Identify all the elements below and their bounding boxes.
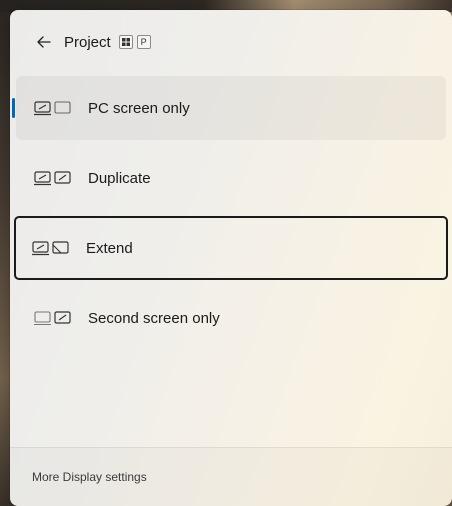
p-key-badge: P (136, 35, 151, 49)
option-label: Duplicate (88, 169, 151, 187)
back-button[interactable] (22, 24, 66, 60)
second-screen-only-icon (34, 308, 78, 328)
option-duplicate[interactable]: Duplicate (16, 146, 446, 210)
option-label: Second screen only (88, 309, 220, 327)
pc-screen-only-icon (34, 98, 78, 118)
duplicate-icon (34, 168, 78, 188)
option-extend[interactable]: Extend (14, 216, 448, 280)
more-display-settings-link[interactable]: More Display settings (32, 470, 147, 484)
option-pc-screen-only[interactable]: PC screen only (12, 76, 446, 140)
windows-key-badge (118, 35, 133, 49)
option-label: PC screen only (88, 99, 190, 117)
option-label: Extend (86, 239, 133, 257)
option-second-screen-only[interactable]: Second screen only (16, 286, 446, 350)
selection-indicator (12, 98, 15, 118)
windows-logo-icon (121, 38, 130, 46)
arrow-left-icon (37, 36, 51, 48)
page-title: Project (64, 33, 111, 51)
project-flyout: Project P PC screen only Duplicate Exten… (10, 10, 452, 506)
flyout-header: Project P (10, 24, 452, 60)
flyout-footer: More Display settings (10, 447, 452, 506)
extend-icon (32, 238, 76, 258)
projection-options: PC screen only Duplicate Extend Second s… (12, 76, 448, 356)
